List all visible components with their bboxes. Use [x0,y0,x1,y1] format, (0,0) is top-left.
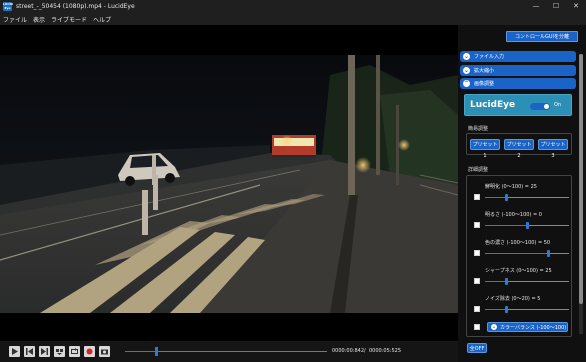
slider-fill [485,253,548,254]
menu-help[interactable]: ヘルプ [93,15,111,24]
record-button[interactable] [84,346,95,357]
slider-label-denoise: ノイズ除去 (0〜20) = 5 [485,296,541,302]
color-balance-label: カラーバランス (-100〜100) [500,324,567,331]
chevron-down-icon: ⌄ [463,53,470,60]
camera-icon [101,349,108,355]
seek-progress [125,351,156,352]
frames-icon [56,349,63,355]
panel-scrollbar[interactable] [579,54,583,334]
denoise-checkbox[interactable] [474,306,480,312]
menu-live-mode[interactable]: ライブモード [51,15,87,24]
clarity-slider[interactable] [485,194,569,201]
app-logo-icon: LUCID Eye [3,2,14,11]
next-button[interactable] [39,346,50,357]
menu-bar: ファイル 表示 ライブモード ヘルプ [0,13,586,25]
lucideye-toggle-card: LucidEye On [464,94,572,116]
detail-group [466,175,572,337]
title-bar: LUCID Eye street_-_50454 (1080p).mp4 - Lu… [0,0,586,13]
accordion-label: 画像調整 [474,81,495,87]
slider-label-saturation: 色の濃さ (-100〜100) = 50 [485,240,551,246]
accordion-label: ファイル入力 [474,54,505,60]
skip-back-icon [26,348,33,355]
saturation-checkbox[interactable] [474,250,480,256]
slider-thumb[interactable] [547,250,550,257]
frame-step-button[interactable] [54,346,65,357]
slider-thumb[interactable] [505,306,508,313]
slider-fill [485,281,506,282]
window-title: street_-_50454 (1080p).mp4 - LucidEye [16,3,135,10]
close-button[interactable]: ✕ [566,0,586,13]
loop-icon [71,348,78,354]
total-time: 0000:05:525 [369,348,401,354]
menu-file[interactable]: ファイル [3,15,27,24]
skip-forward-icon [41,348,48,355]
seek-bar[interactable] [125,347,327,356]
denoise-slider[interactable] [485,306,569,313]
video-viewport[interactable] [0,55,458,313]
slider-label-brightness: 明るさ (-100〜100) = 0 [485,212,542,218]
preset-1-button[interactable]: プリセット1 [470,139,500,159]
simple-adjust-label: 簡易調整 [468,126,489,132]
control-panel: コントロールGUIを分離 ⌄ ファイル入力 ⌄ 拡大縮小 ⌃ 画像調整 Luci… [458,25,586,362]
seek-handle[interactable] [154,347,158,356]
saturation-slider[interactable] [485,250,569,257]
slider-thumb[interactable] [505,278,508,285]
time-separator: / [364,348,366,354]
color-balance-button[interactable]: ⌄ カラーバランス (-100〜100) [487,322,568,332]
play-button[interactable] [9,346,20,357]
sharpness-slider[interactable] [485,278,569,285]
lucideye-toggle[interactable] [530,103,550,110]
loop-button[interactable] [69,346,80,357]
scroll-thumb[interactable] [579,54,583,304]
slider-fill [485,197,506,198]
chevron-down-icon: ⌄ [491,324,497,330]
maximize-button[interactable]: ☐ [546,0,566,13]
slider-label-sharpness: シャープネス (0〜100) = 25 [485,268,552,274]
slider-fill [485,225,527,226]
brightness-checkbox[interactable] [474,222,480,228]
slider-thumb[interactable] [526,222,529,229]
snapshot-button[interactable] [99,346,110,357]
accordion-file-input[interactable]: ⌄ ファイル入力 [460,51,576,62]
slider-thumb[interactable] [505,194,508,201]
color-balance-checkbox[interactable] [474,324,480,330]
clarity-checkbox[interactable] [474,194,480,200]
minimize-button[interactable]: — [526,0,546,13]
detach-gui-button[interactable]: コントロールGUIを分離 [506,31,578,42]
accordion-image-adjust[interactable]: ⌃ 画像調整 [460,78,576,89]
slider-fill [485,309,506,310]
toggle-knob [544,104,549,109]
chevron-up-icon: ⌃ [463,80,470,87]
brightness-slider[interactable] [485,222,569,229]
menu-view[interactable]: 表示 [33,15,45,24]
playback-controls: 0000:00:842 / 0000:05:525 [0,341,458,362]
record-icon [86,348,93,355]
previous-button[interactable] [24,346,35,357]
video-frame [0,55,458,313]
chevron-down-icon: ⌄ [463,67,470,74]
slider-label-clarity: 鮮明化 (0〜100) = 25 [485,184,537,190]
preset-2-button[interactable]: プリセット2 [504,139,534,159]
detail-adjust-label: 詳細調整 [468,167,489,173]
all-off-button[interactable]: 全OFF [467,343,487,353]
current-time: 0000:00:842 [332,348,364,354]
window-controls: — ☐ ✕ [526,0,586,13]
accordion-zoom[interactable]: ⌄ 拡大縮小 [460,65,576,76]
sharpness-checkbox[interactable] [474,278,480,284]
preset-3-button[interactable]: プリセット3 [538,139,568,159]
accordion-label: 拡大縮小 [474,68,495,74]
lucideye-title: LucidEye [470,100,516,110]
toggle-state-label: On [554,102,562,108]
play-icon [12,348,18,355]
